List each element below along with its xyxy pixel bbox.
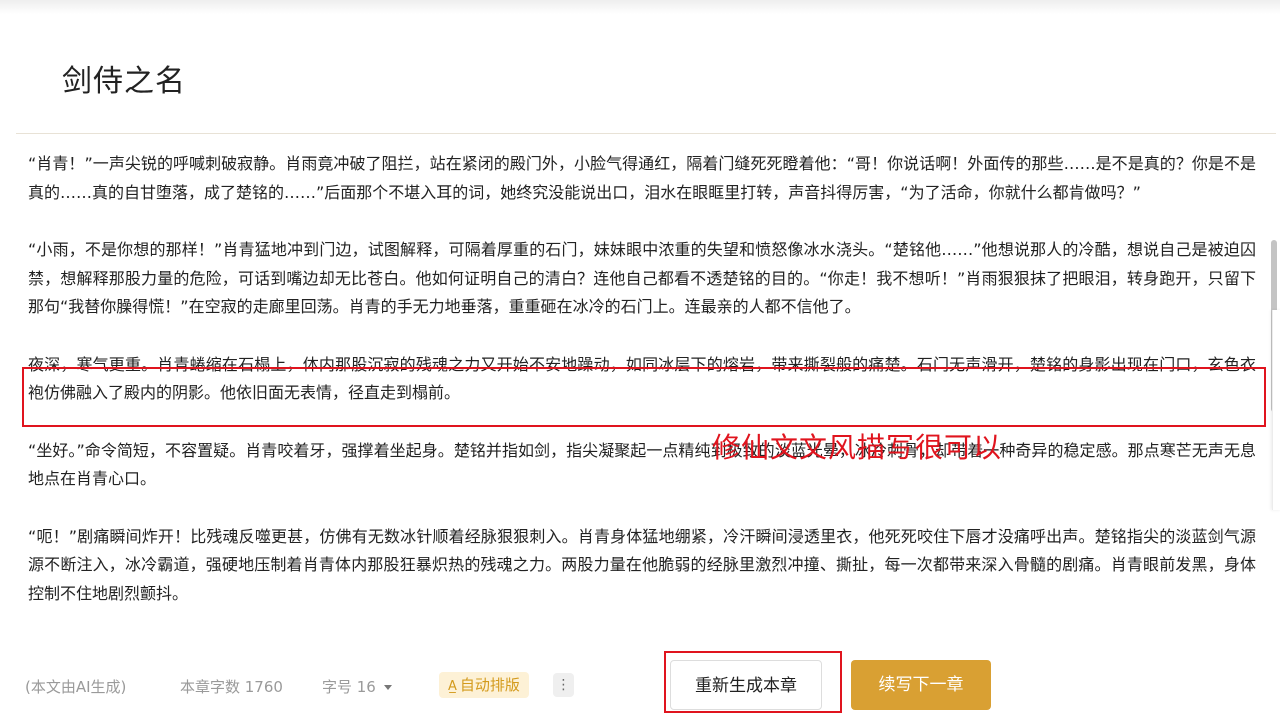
paragraph-2: “小雨，不是你想的那样！”肖青猛地冲到门边，试图解释，可隔着厚重的石门，妹妹眼中… [28,240,1256,316]
text-format-icon: A̲ [448,679,457,694]
font-size-select[interactable]: 字号 16 [322,676,392,697]
regenerate-highlight-box [664,651,842,713]
highlight-box [22,367,1266,427]
vertical-dots-icon[interactable]: ⋮ [553,673,574,697]
word-count: 本章字数 1760 [180,678,283,696]
reader-page: 剑侍之名 “肖青！”一声尖锐的呼喊刺破寂静。肖雨竟冲破了阻拦，站在紧闭的殿门外，… [0,0,1280,725]
side-panel-tab[interactable] [1272,310,1280,510]
continue-next-chapter-button[interactable]: 续写下一章 [851,660,991,710]
paragraph-5: “呃！”剧痛瞬间炸开！比残魂反噬更甚，仿佛有无数冰针顺着经脉狠狠刺入。肖青身体猛… [28,526,1256,603]
chapter-title: 剑侍之名 [62,64,186,99]
title-divider [16,133,1276,134]
top-shadow [0,0,1280,14]
paragraph-1: “肖青！”一声尖锐的呼喊刺破寂静。肖雨竟冲破了阻拦，站在紧闭的殿门外，小脸气得通… [28,154,1256,202]
chevron-down-icon [383,685,392,690]
auto-layout-button[interactable]: A̲ 自动排版 [439,672,529,698]
auto-layout-label: 自动排版 [459,676,520,694]
paragraph-4: “坐好。”命令简短，不容置疑。肖青咬着牙，强撑着坐起身。楚铭并指如剑，指尖凝聚起… [28,440,1256,489]
footer-toolbar: (本文由AI生成) 本章字数 1760 字号 16 A̲ 自动排版 ⋮ 重新生成本… [0,650,1280,725]
annotation-text: 修仙文文风描写很可以 [712,431,1003,464]
font-size-label: 字号 16 [322,678,376,696]
ai-generated-note: (本文由AI生成) [25,678,127,696]
